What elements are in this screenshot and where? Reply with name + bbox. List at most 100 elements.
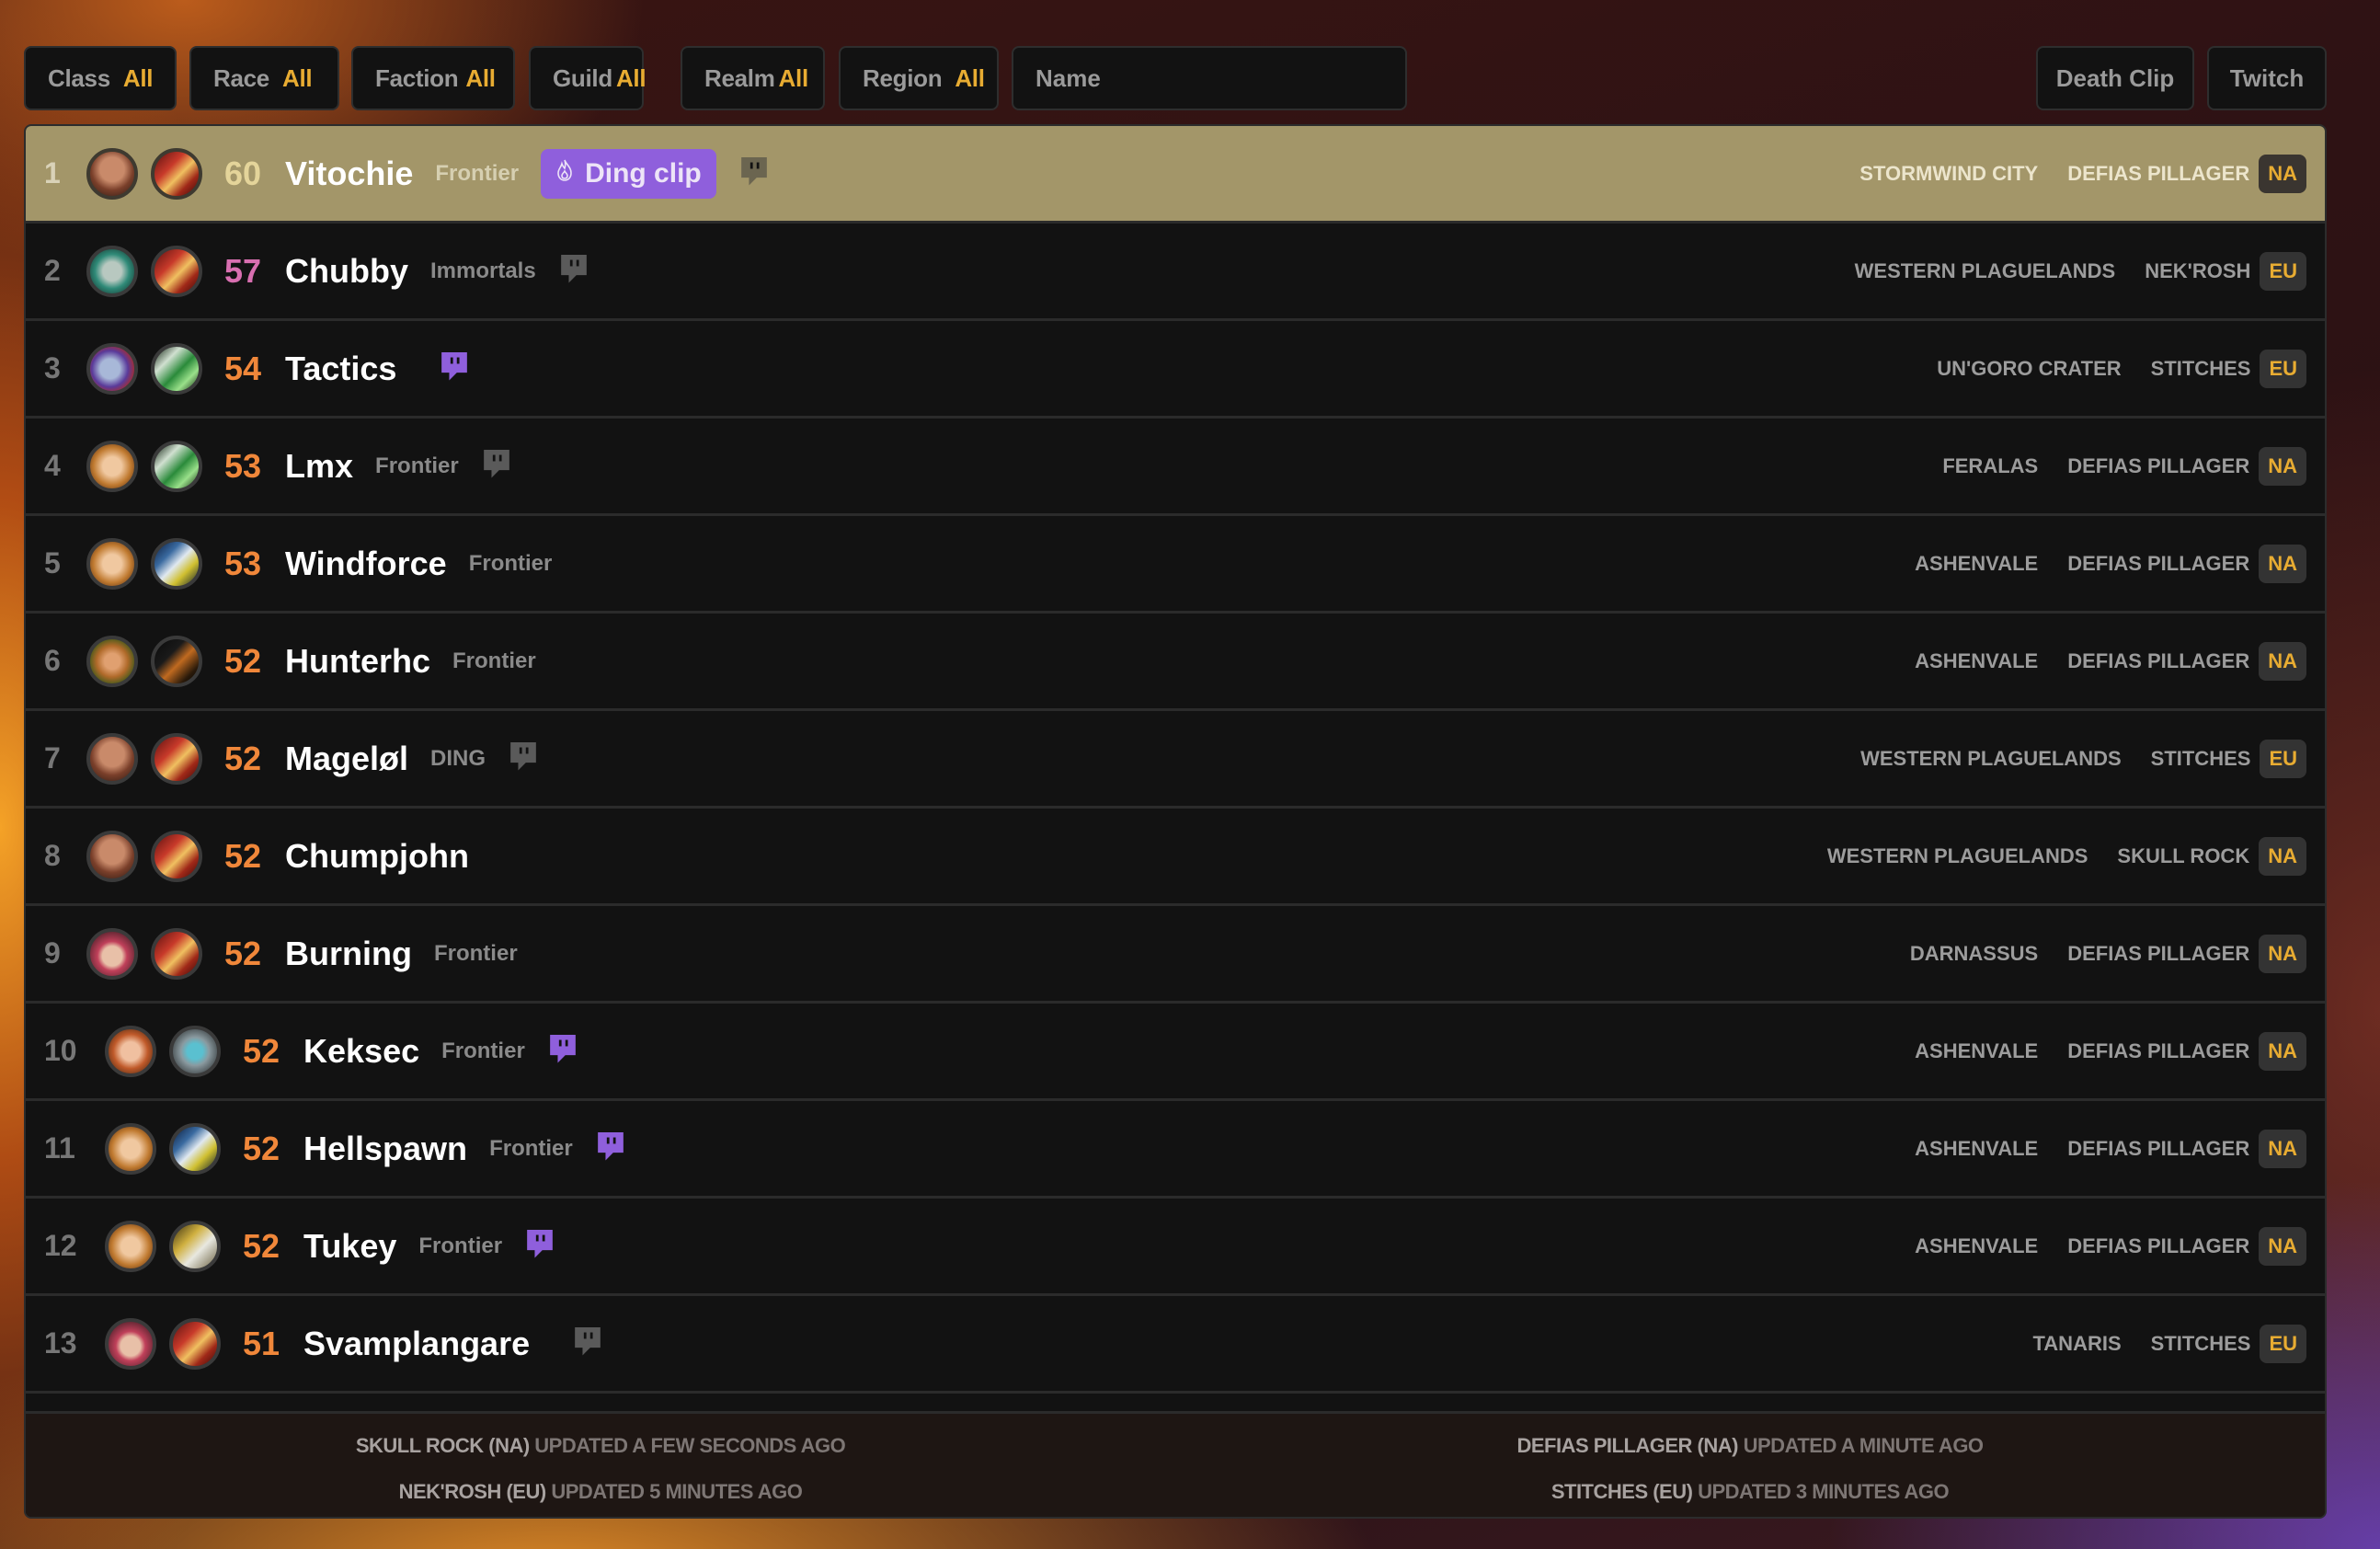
guild-name[interactable]: Frontier <box>434 941 518 967</box>
region-badge: NA <box>2259 154 2306 193</box>
region-badge: NA <box>2259 1226 2306 1266</box>
filter-value: All <box>955 63 985 92</box>
server-status: NEK'ROSH (EU) UPDATED 5 MINUTES AGO <box>399 1480 803 1504</box>
region-badge: NA <box>2259 641 2306 681</box>
rank-number: 9 <box>44 936 61 970</box>
twitch-icon[interactable] <box>508 741 539 775</box>
mage-class-icon <box>169 1317 221 1370</box>
twitch-icon[interactable] <box>595 1131 626 1165</box>
leaderboard-row[interactable]: 13 51 Svamplangare TANARIS STITCHES EU <box>26 1296 2325 1394</box>
flame-icon <box>555 158 574 189</box>
guild-name[interactable]: Frontier <box>418 1233 502 1259</box>
server-name: DEFIAS PILLAGER (NA) <box>1516 1434 1738 1457</box>
leaderboard-row[interactable]: 9 52 Burning Frontier DARNASSUS DEFIAS PILL… <box>26 906 2325 1004</box>
player-name[interactable]: Mageløl <box>285 740 408 778</box>
region-badge: EU <box>2260 1324 2306 1363</box>
player-level: 54 <box>224 349 262 387</box>
leaderboard-row[interactable]: 7 52 Mageløl DING WESTERN PLAGUELANDS STITC… <box>26 711 2325 809</box>
paladin-hammer-class-icon <box>169 1220 221 1272</box>
filter-realm[interactable]: Realm All <box>681 46 825 110</box>
player-name[interactable]: Tukey <box>303 1227 396 1266</box>
leaderboard-row[interactable]: 11 52 Hellspawn Frontier ASHENVALE DEFIAS P… <box>26 1101 2325 1199</box>
filter-race[interactable]: Race All <box>189 46 339 110</box>
human-female-portrait-icon <box>105 1122 156 1175</box>
gnome-female-portrait-icon <box>105 1317 156 1370</box>
twitch-icon[interactable] <box>524 1229 555 1263</box>
twitch-icon[interactable] <box>547 1034 578 1068</box>
player-name[interactable]: Svamplangare <box>303 1325 530 1363</box>
guild-name[interactable]: Frontier <box>489 1136 573 1162</box>
realm-name: STITCHES <box>2150 1331 2251 1355</box>
leaderboard-row[interactable]: 8 52 Chumpjohn WESTERN PLAGUELANDS SKULL R… <box>26 809 2325 906</box>
region-badge: EU <box>2260 349 2306 388</box>
zone-name: UN'GORO CRATER <box>1937 356 2122 380</box>
leaderboard-row[interactable]: 12 52 Tukey Frontier ASHENVALE DEFIAS PILLA… <box>26 1199 2325 1296</box>
player-name[interactable]: Chumpjohn <box>285 837 469 876</box>
filter-class[interactable]: Class All <box>24 46 177 110</box>
player-name[interactable]: Tactics <box>285 350 396 388</box>
player-name[interactable]: Lmx <box>285 447 353 486</box>
filter-label: Race <box>213 63 269 92</box>
player-name[interactable]: Burning <box>285 935 412 973</box>
leaderboard-row[interactable]: 6 52 Hunterhc Frontier ASHENVALE DEFIAS PIL… <box>26 614 2325 711</box>
guild-name[interactable]: Frontier <box>469 551 553 577</box>
player-name[interactable]: Windforce <box>285 545 447 583</box>
location-info: ASHENVALE DEFIAS PILLAGER NA <box>1915 1101 2306 1196</box>
twitch-icon[interactable] <box>572 1326 603 1360</box>
filter-bar: Class All Race All Faction All Guild All Rea… <box>24 46 2380 110</box>
location-info: ASHENVALE DEFIAS PILLAGER NA <box>1915 614 2306 708</box>
guild-name[interactable]: Frontier <box>375 453 459 479</box>
filter-faction[interactable]: Faction All <box>351 46 515 110</box>
region-badge: EU <box>2260 739 2306 778</box>
player-name[interactable]: Hunterhc <box>285 642 430 681</box>
twitch-icon[interactable] <box>481 449 512 483</box>
human-female-portrait-icon <box>105 1220 156 1272</box>
rogue-class-icon <box>151 635 202 687</box>
player-name[interactable]: Hellspawn <box>303 1130 467 1168</box>
guild-name[interactable]: Immortals <box>430 258 536 284</box>
ding-clip-button[interactable]: Ding clip <box>541 148 716 199</box>
death-clip-button[interactable]: Death Clip <box>2036 46 2194 110</box>
server-updated: UPDATED 5 MINUTES AGO <box>551 1480 803 1503</box>
server-status-footer: SKULL ROCK (NA) UPDATED A FEW SECONDS AG… <box>26 1414 2325 1517</box>
filter-guild[interactable]: Guild All <box>529 46 646 110</box>
zone-name: FERALAS <box>1942 453 2039 477</box>
player-level: 51 <box>243 1324 280 1362</box>
warrior-class-icon <box>169 1122 221 1175</box>
player-level: 57 <box>224 251 262 290</box>
player-name[interactable]: Chubby <box>285 252 408 291</box>
name-search-input[interactable] <box>1012 46 1407 110</box>
filter-region[interactable]: Region All <box>839 46 999 110</box>
rank-number: 12 <box>44 1229 77 1262</box>
guild-name[interactable]: Frontier <box>452 648 536 674</box>
twitch-icon[interactable] <box>558 254 589 288</box>
warrior-class-icon <box>151 537 202 590</box>
leaderboard-row[interactable]: 1 60 Vitochie Frontier Ding clip STORMWIND C… <box>26 126 2325 224</box>
leaderboard-row[interactable]: 10 52 Keksec Frontier ASHENVALE DEFIAS PILL… <box>26 1004 2325 1101</box>
player-name[interactable]: Keksec <box>303 1032 419 1071</box>
leaderboard-row[interactable]: 4 53 Lmx Frontier FERALAS DEFIAS PILLAGER N… <box>26 419 2325 516</box>
server-status: DEFIAS PILLAGER (NA) UPDATED A MINUTE AG… <box>1516 1434 1984 1458</box>
twitch-filter-button[interactable]: Twitch <box>2207 46 2327 110</box>
guild-name[interactable]: Frontier <box>435 161 519 187</box>
server-name: SKULL ROCK (NA) <box>355 1434 530 1457</box>
region-badge: NA <box>2259 1129 2306 1168</box>
mage-class-icon <box>151 732 202 785</box>
location-info: FERALAS DEFIAS PILLAGER NA <box>1942 419 2306 513</box>
region-badge: NA <box>2259 446 2306 486</box>
twitch-icon[interactable] <box>439 351 470 385</box>
player-name[interactable]: Vitochie <box>285 155 413 193</box>
zone-name: DARNASSUS <box>1909 941 2039 965</box>
guild-name[interactable]: Frontier <box>441 1038 525 1064</box>
guild-name[interactable]: DING <box>430 746 486 772</box>
realm-name: DEFIAS PILLAGER <box>2067 1038 2250 1062</box>
rank-number: 2 <box>44 254 61 287</box>
location-info: ASHENVALE DEFIAS PILLAGER NA <box>1915 516 2306 611</box>
player-level: 52 <box>243 1226 280 1265</box>
leaderboard-row[interactable]: 2 57 Chubby Immortals WESTERN PLAGUELANDS N… <box>26 224 2325 321</box>
leaderboard-row[interactable]: 5 53 Windforce Frontier ASHENVALE DEFIAS PI… <box>26 516 2325 614</box>
twitch-icon[interactable] <box>738 156 770 190</box>
leaderboard-row[interactable]: 3 54 Tactics UN'GORO CRATER STITCHES EU <box>26 321 2325 419</box>
zone-name: STORMWIND CITY <box>1859 161 2039 185</box>
player-level: 60 <box>224 154 262 192</box>
